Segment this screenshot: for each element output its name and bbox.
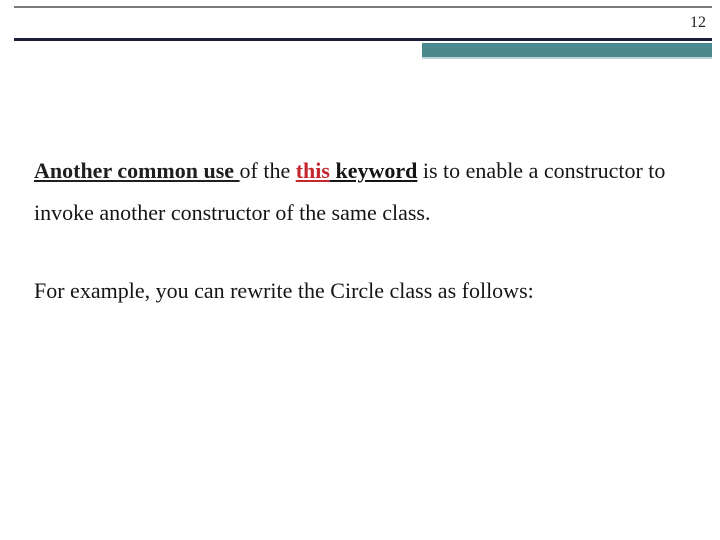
- keyword-rest: keyword: [330, 158, 417, 183]
- paragraph-1: Another common use of the this keyword i…: [34, 150, 680, 234]
- title-rule-teal: [422, 43, 712, 57]
- this-keyword: this: [296, 158, 330, 183]
- title-rule-teal-underline: [422, 57, 712, 59]
- p1-mid1: of the: [240, 158, 296, 183]
- slide: 12 Another common use of the this keywor…: [0, 0, 720, 540]
- paragraph-2: For example, you can rewrite the Circle …: [34, 270, 680, 312]
- slide-body: Another common use of the this keyword i…: [34, 150, 680, 347]
- top-divider: [14, 6, 712, 8]
- lead-phrase: Another common use: [34, 158, 240, 183]
- title-rule-dark: [14, 38, 712, 41]
- page-number: 12: [690, 14, 706, 32]
